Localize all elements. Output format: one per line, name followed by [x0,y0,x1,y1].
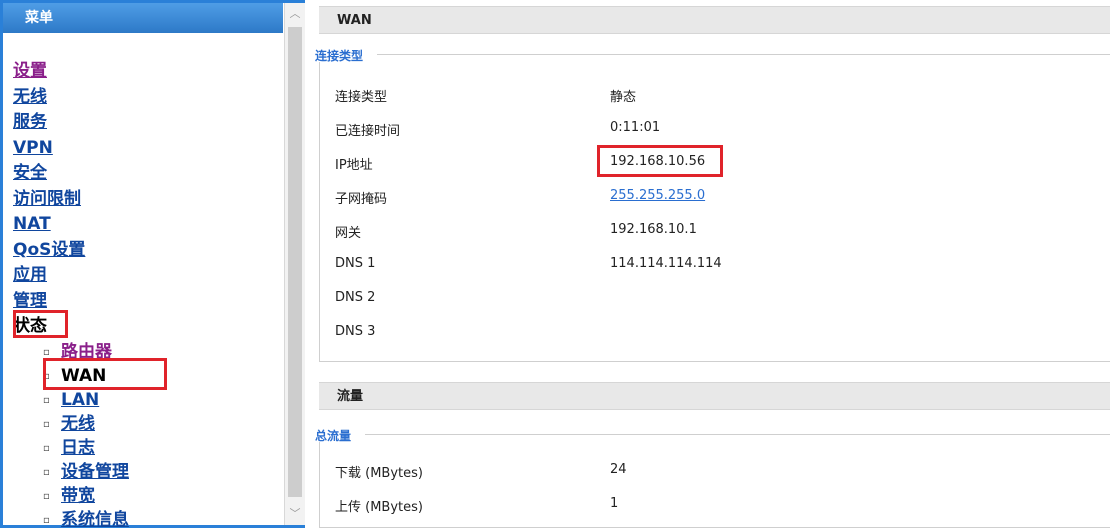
menu-item-services[interactable]: 服务 [13,110,283,136]
fieldset-divider [377,54,1110,55]
row-value: 114.114.114.114 [610,256,722,271]
submenu-item-devices: ▫ 设备管理 [43,460,283,484]
row-value: 24 [610,462,627,477]
menu-item-applications[interactable]: 应用 [13,263,283,289]
submenu-item-wireless: ▫ 无线 [43,412,283,436]
menu-frame: 菜单 设置 无线 服务 VPN 安全 访问限制 NAT QoS设置 应用 管理 … [0,0,305,528]
menu-list: 设置 无线 服务 VPN 安全 访问限制 NAT QoS设置 应用 管理 状态 … [13,59,283,528]
fieldset-divider [365,434,1110,435]
row-label: 子网掩码 [335,192,388,207]
bullet-icon: ▫ [43,394,50,406]
wan-section-title: WAN [319,6,1110,34]
row-label: DNS 2 [335,290,376,305]
traffic-section-title: 流量 [319,382,1110,410]
row-label: IP地址 [335,158,373,173]
subnet-mask-link[interactable]: 255.255.255.0 [610,188,705,203]
menu-item-settings[interactable]: 设置 [13,59,283,85]
submenu-item-log: ▫ 日志 [43,436,283,460]
menu-item-security[interactable]: 安全 [13,161,283,187]
content-panel: WAN 连接类型 连接类型 静态 已连接时间 0:11:01 IP地址 192.… [315,0,1110,528]
bullet-icon: ▫ [43,346,50,358]
row-value: 1 [610,496,619,511]
row-value: 静态 [610,90,637,105]
wan-highlight-box [43,358,167,390]
row-label: 下载 (MBytes) [335,466,423,481]
bullet-icon: ▫ [43,490,50,502]
row-label: DNS 3 [335,324,376,339]
submenu-item-lan: ▫ LAN [43,388,283,412]
submenu-link-lan[interactable]: LAN [61,390,99,410]
row-label: 网关 [335,226,362,241]
bullet-icon: ▫ [43,466,50,478]
row-label: 连接类型 [335,90,388,105]
row-label: DNS 1 [335,256,376,271]
submenu-link-log[interactable]: 日志 [61,438,95,458]
menu-item-qos[interactable]: QoS设置 [13,238,283,264]
bullet-icon: ▫ [43,418,50,430]
status-highlight-box [13,310,68,338]
menu-item-wireless[interactable]: 无线 [13,85,283,111]
menu-item-access-restrictions[interactable]: 访问限制 [13,187,283,213]
menu-item-nat[interactable]: NAT [13,212,283,238]
submenu-link-sysinfo[interactable]: 系统信息 [61,510,129,528]
menu-scrollbar[interactable]: ︿ ﹀ [284,3,305,525]
chevron-down-icon[interactable]: ﹀ [285,505,305,523]
row-value: 0:11:01 [610,120,661,135]
row-label: 上传 (MBytes) [335,500,423,515]
scrollbar-thumb[interactable] [288,27,302,497]
connection-fieldset [319,62,1110,362]
menu-header: 菜单 [3,3,283,33]
bullet-icon: ▫ [43,442,50,454]
submenu-item-sysinfo: ▫ 系统信息 [43,508,283,528]
chevron-up-icon[interactable]: ︿ [285,5,305,23]
menu-item-vpn[interactable]: VPN [13,136,283,162]
submenu-link-devices[interactable]: 设备管理 [61,462,129,482]
submenu-item-bandwidth: ▫ 带宽 [43,484,283,508]
ip-highlight-box [597,145,723,177]
traffic-fieldset [319,442,1110,528]
bullet-icon: ▫ [43,514,50,526]
submenu-link-bandwidth[interactable]: 带宽 [61,486,95,506]
row-label: 已连接时间 [335,124,401,139]
submenu-link-wireless[interactable]: 无线 [61,414,95,434]
row-value: 192.168.10.1 [610,222,697,237]
